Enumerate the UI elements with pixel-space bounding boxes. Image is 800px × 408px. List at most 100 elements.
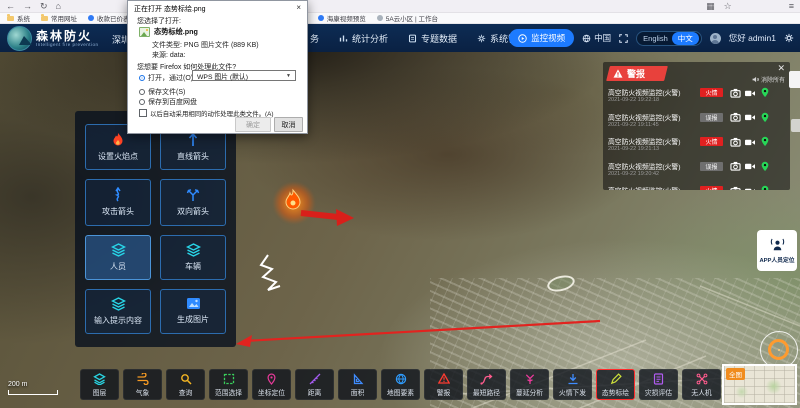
tool-range-select[interactable]: 范围选择 — [209, 369, 248, 400]
alarm-row[interactable]: 高空防火视频监控(火警) 2021-09-22 19:11:45 误报 — [603, 111, 790, 135]
bottom-toolbar: 图层 气象 查询 范围选择 坐标定位 距离 面积 地图要素 — [80, 369, 721, 400]
avatar[interactable] — [710, 33, 721, 44]
tool-fire-dispatch[interactable]: 火情下发 — [553, 369, 592, 400]
map-edge-widget[interactable] — [791, 119, 800, 132]
language-en[interactable]: English — [643, 34, 668, 43]
generate-image-button[interactable]: 生成图片 — [160, 289, 226, 334]
minimap-tag[interactable]: 全图 — [726, 368, 745, 380]
camera-icon[interactable] — [729, 185, 741, 190]
status-badge: 火情 — [700, 88, 723, 97]
radio-icon[interactable] — [139, 89, 145, 95]
checkbox-icon[interactable] — [139, 109, 147, 117]
menu-item-topics[interactable]: 专题数据 — [408, 32, 457, 45]
camera-icon[interactable] — [729, 161, 741, 172]
cancel-button[interactable]: 取消 — [274, 117, 303, 132]
dialog-source: 来源: data: — [152, 50, 185, 60]
bookmark-item[interactable]: 5A云小区 | 工作台 — [377, 13, 438, 23]
alarm-row[interactable]: 高空防火视频监控(火警) 2021-09-22 19:21:13 火情 — [603, 135, 790, 159]
video-icon[interactable] — [744, 185, 756, 190]
gear-icon — [477, 34, 486, 43]
forward-icon[interactable]: → — [23, 1, 32, 11]
camera-icon[interactable] — [729, 87, 741, 98]
video-icon[interactable] — [744, 161, 756, 172]
alarm-close-icon[interactable]: ✕ — [777, 64, 785, 73]
personnel-button[interactable]: 人员 — [85, 235, 151, 280]
back-icon[interactable]: ← — [6, 1, 15, 11]
reload-icon[interactable]: ↻ — [40, 1, 48, 12]
video-icon[interactable] — [744, 136, 756, 147]
tool-distance[interactable]: 距离 — [295, 369, 334, 400]
tool-spread-analysis[interactable]: 蔓延分析 — [510, 369, 549, 400]
tool-coordinate-locate[interactable]: 坐标定位 — [252, 369, 291, 400]
minimap[interactable]: 全图 — [722, 364, 797, 405]
radio-icon[interactable] — [139, 99, 145, 105]
tool-drone[interactable]: 无人机 — [682, 369, 721, 400]
layers-icon — [111, 297, 126, 311]
tool-weather[interactable]: 气象 — [123, 369, 162, 400]
alarm-row[interactable]: 高空防火视频监控(火警) 2021-09-22 19:22:18 火情 — [603, 86, 790, 110]
tool-layers[interactable]: 图层 — [80, 369, 119, 400]
status-badge: 误报 — [700, 113, 723, 122]
drone-icon — [696, 373, 708, 385]
extensions-icon[interactable]: ▦ — [706, 1, 715, 12]
warning-icon — [613, 69, 623, 78]
settings-gear-icon[interactable] — [784, 33, 794, 43]
browser-menu-icon[interactable]: ≡ — [789, 1, 794, 11]
tool-search[interactable]: 查询 — [166, 369, 205, 400]
spread-icon — [524, 373, 536, 385]
person-locator-icon — [770, 238, 785, 253]
tool-alert[interactable]: 警报 — [424, 369, 463, 400]
input-hint-button[interactable]: 输入提示内容 — [85, 289, 151, 334]
map-edge-widget[interactable] — [789, 71, 800, 88]
location-pin-icon[interactable] — [759, 136, 771, 147]
fullscreen-icon[interactable] — [619, 34, 628, 43]
bookmark-folder[interactable]: 常用网址 — [41, 13, 77, 23]
home-icon[interactable]: ⌂ — [56, 1, 61, 11]
status-badge: 火情 — [700, 186, 723, 190]
radio-save-baidu[interactable]: 保存到百度网盘 — [139, 97, 197, 107]
user-greeting: 您好 admin1 — [729, 32, 776, 44]
radio-save-file[interactable]: 保存文件(S) — [139, 87, 185, 97]
location-pin-icon[interactable] — [759, 161, 771, 172]
map-scale: 200 m — [8, 381, 58, 395]
double-arrow-button[interactable]: 双向箭头 — [160, 179, 226, 225]
radio-open-with[interactable]: 打开，通过(O) — [139, 73, 193, 83]
tool-damage-assess[interactable]: 灾损评估 — [639, 369, 678, 400]
ok-button[interactable]: 确定 — [235, 117, 271, 132]
monitor-video-button[interactable]: 监控视频 — [509, 29, 574, 47]
country-selector[interactable]: 中国 — [582, 32, 611, 44]
download-dialog: 正在打开 态势标绘.png × 您选择了打开: 态势标绘.png 文件类型: P… — [127, 0, 308, 134]
alarm-row[interactable]: 高空防火视频监控(火警) 2021-09-22 19:20:42 误报 — [603, 160, 790, 184]
location-pin-icon[interactable] — [759, 87, 771, 98]
language-zh[interactable]: 中文 — [672, 32, 699, 45]
main-menu: 务 统计分析 专题数据 系统管理 — [298, 24, 526, 52]
menu-item-statistics[interactable]: 统计分析 — [339, 32, 388, 45]
location-pin-icon[interactable] — [759, 185, 771, 190]
open-with-select[interactable]: WPS 图片 (默认)▼ — [192, 70, 296, 81]
app-locator-card[interactable]: APP人员定位 — [757, 230, 797, 271]
app-logo — [7, 26, 32, 51]
attack-arrow-button[interactable]: 攻击箭头 — [85, 179, 151, 225]
clear-all-button[interactable]: 消除所有 — [752, 75, 785, 84]
tool-situation-plot[interactable]: 态势标绘 — [596, 369, 635, 400]
radio-icon[interactable] — [139, 75, 145, 81]
location-pin-icon[interactable] — [759, 112, 771, 123]
language-toggle[interactable]: English 中文 — [636, 31, 702, 46]
camera-icon[interactable] — [729, 112, 741, 123]
vehicle-button[interactable]: 车辆 — [160, 235, 226, 280]
bookmark-star-icon[interactable]: ☆ — [724, 1, 732, 12]
bookmarks-bar: 系统 常用网址 收款已价表 - 神器 智慧社区平台 海康视频预览 5A云小区 |… — [0, 13, 800, 24]
alarm-row[interactable]: 高空防火视频监控(火警) 火情 — [603, 184, 790, 190]
compass-center — [778, 349, 780, 351]
bookmark-folder[interactable]: 系统 — [7, 13, 30, 23]
dialog-title: 正在打开 态势标绘.png — [134, 4, 206, 14]
camera-icon[interactable] — [729, 136, 741, 147]
tool-area[interactable]: 面积 — [338, 369, 377, 400]
tool-shortest-path[interactable]: 最短路径 — [467, 369, 506, 400]
video-icon[interactable] — [744, 87, 756, 98]
dialog-close-icon[interactable]: × — [296, 3, 301, 12]
bookmark-item[interactable]: 海康视频预览 — [318, 13, 366, 23]
video-icon[interactable] — [744, 112, 756, 123]
tool-map-elements[interactable]: 地图要素 — [381, 369, 420, 400]
alert-triangle-icon — [438, 373, 450, 385]
